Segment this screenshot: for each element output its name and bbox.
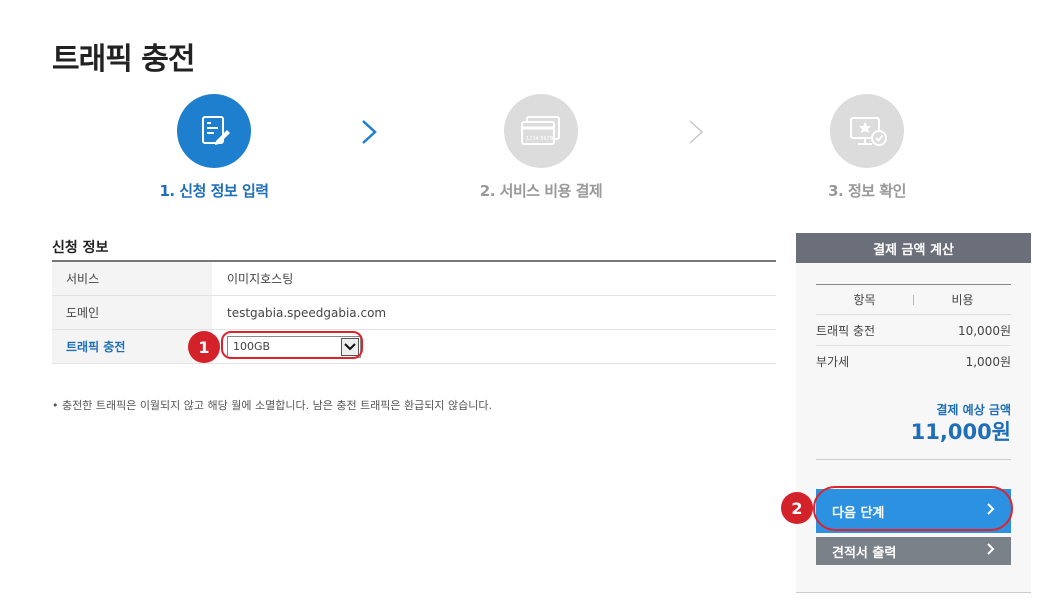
- chevron-right-icon: [360, 118, 378, 151]
- notice-text: • 충전한 트래픽은 이월되지 않고 해당 월에 소멸합니다. 남은 충전 트래…: [52, 399, 492, 412]
- step-2-label: 2. 서비스 비용 결제: [479, 182, 603, 200]
- step-3-label: 3. 정보 확인: [828, 182, 906, 200]
- section-title: 신청 정보: [52, 240, 109, 256]
- cost-value: 10,000원: [957, 323, 1011, 338]
- chevron-right-icon: [987, 543, 995, 559]
- total-amount: 11,000원: [910, 420, 1011, 444]
- print-quote-label: 견적서 출력: [832, 545, 897, 561]
- row-label: 서비스: [52, 262, 212, 295]
- step-2: 1234 5678 2. 서비스 비용 결제: [441, 94, 641, 201]
- monitor-check-icon: [830, 94, 904, 168]
- step-3: 3. 정보 확인: [767, 94, 967, 201]
- callout-badge-2: 2: [781, 492, 813, 524]
- credit-card-icon: 1234 5678: [504, 94, 578, 168]
- next-button-highlight: [813, 486, 1013, 531]
- row-label: 도메인: [52, 296, 212, 329]
- cost-table-header: 항목 비용: [816, 285, 1011, 315]
- column-header-item: 항목: [853, 293, 876, 307]
- cost-item: 트래픽 충전: [816, 323, 876, 338]
- table-row: 트래픽 충전 10,000원: [816, 315, 1011, 346]
- payment-panel: 결제 금액 계산 항목 비용 트래픽 충전 10,000원 부가세 1,000원…: [796, 233, 1031, 593]
- table-row: 서비스 이미지호스팅: [52, 262, 776, 296]
- column-header-cost: 비용: [951, 293, 974, 307]
- step-1: 1. 신청 정보 입력: [114, 94, 314, 201]
- step-1-label: 1. 신청 정보 입력: [159, 182, 269, 200]
- select-highlight: [221, 331, 363, 359]
- cost-table: 항목 비용 트래픽 충전 10,000원 부가세 1,000원: [816, 284, 1011, 377]
- table-row: 트래픽 충전 100GB: [52, 330, 776, 364]
- cost-value: 1,000원: [965, 355, 1011, 369]
- panel-title: 결제 금액 계산: [796, 233, 1031, 263]
- info-table: 서비스 이미지호스팅 도메인 testgabia.speedgabia.com …: [52, 260, 776, 364]
- divider: [816, 459, 1011, 460]
- table-row: 도메인 testgabia.speedgabia.com: [52, 296, 776, 330]
- chevron-right-icon: [687, 118, 705, 151]
- cost-item: 부가세: [816, 355, 850, 369]
- document-edit-icon: [177, 94, 251, 168]
- print-quote-button[interactable]: 견적서 출력: [816, 537, 1011, 565]
- service-value: 이미지호스팅: [227, 272, 294, 286]
- card-number-text: 1234 5678: [526, 136, 553, 142]
- callout-badge-1: 1: [188, 331, 220, 363]
- table-row: 부가세 1,000원: [816, 346, 1011, 377]
- domain-value: testgabia.speedgabia.com: [227, 305, 387, 320]
- page-title: 트래픽 충전: [52, 42, 195, 77]
